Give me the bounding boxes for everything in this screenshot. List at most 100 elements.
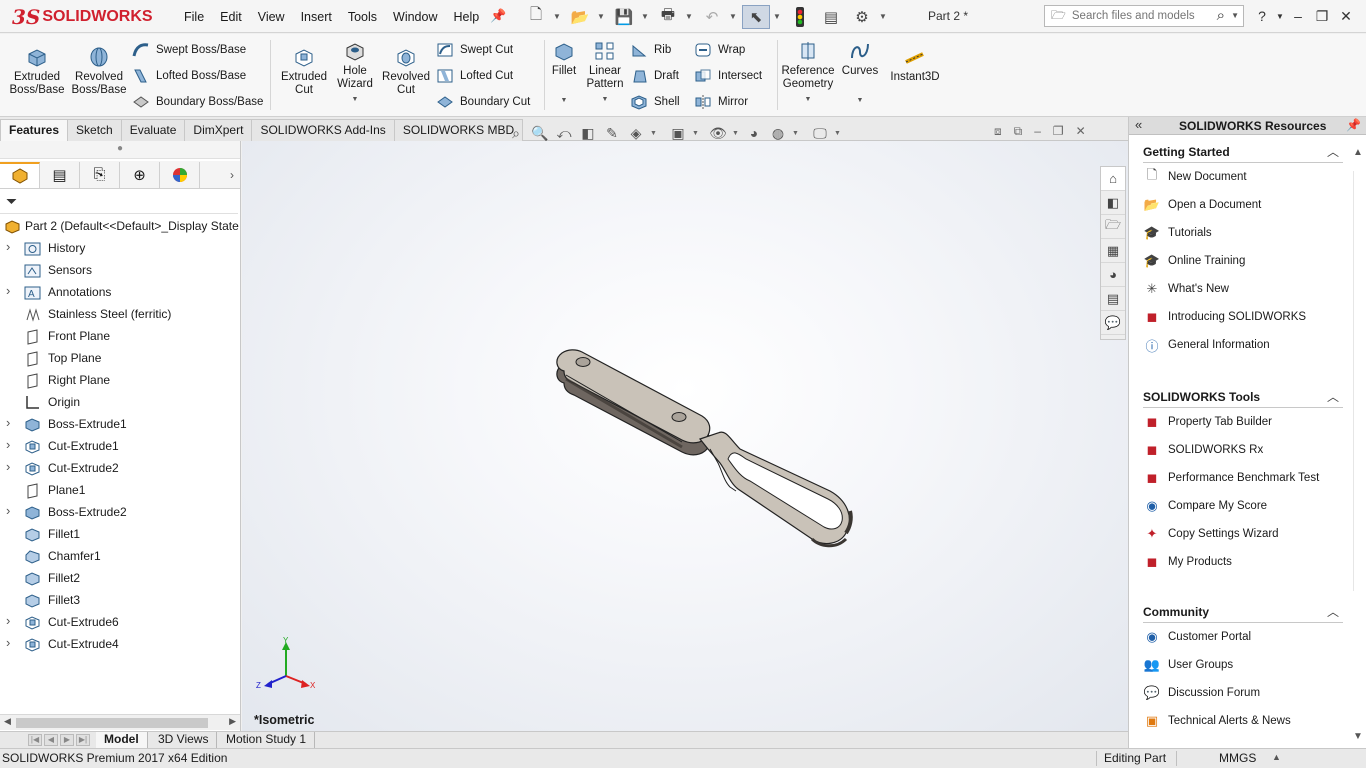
expand-chevron-icon[interactable]: › bbox=[6, 437, 14, 452]
unit-system[interactable]: MMGS bbox=[1219, 751, 1256, 765]
solidworks-logo[interactable]: 3S SOLIDWORKS bbox=[12, 4, 153, 30]
edit-appearance-icon[interactable]: ◕ bbox=[744, 123, 764, 143]
tab-dimxpert[interactable]: DimXpert bbox=[184, 119, 253, 141]
tree-item-boss-extrude1[interactable]: › Boss-Extrude1 bbox=[0, 414, 240, 436]
search-icon[interactable]: ⌕ bbox=[1217, 7, 1225, 24]
undo-icon[interactable]: ↶ bbox=[698, 5, 726, 29]
tree-item-front-plane[interactable]: Front Plane bbox=[0, 326, 240, 348]
first-tab-icon[interactable]: |◀ bbox=[28, 734, 42, 746]
menu-file[interactable]: File bbox=[176, 10, 212, 24]
tree-item-fillet2[interactable]: Fillet2 bbox=[0, 568, 240, 590]
tab-motion-study[interactable]: Motion Study 1 bbox=[218, 732, 316, 748]
scene-dropdown-icon[interactable]: ▼ bbox=[792, 130, 800, 137]
tab-evaluate[interactable]: Evaluate bbox=[120, 119, 186, 141]
scrollbar-thumb[interactable] bbox=[1353, 171, 1363, 591]
draft-button[interactable]: Draft bbox=[630, 66, 679, 86]
curves-dropdown-icon[interactable]: ▼ bbox=[840, 94, 880, 107]
restore-button[interactable]: ❐ bbox=[1310, 8, 1334, 25]
new-dropdown-icon[interactable]: ▼ bbox=[553, 12, 563, 21]
search-dropdown-icon[interactable]: ▼ bbox=[1231, 11, 1239, 20]
hide-show-dropdown-icon[interactable]: ▼ bbox=[732, 130, 740, 137]
resource-link-solidworks-rx[interactable]: ◼ SOLIDWORKS Rx bbox=[1143, 436, 1343, 464]
horizontal-scrollbar[interactable]: ◀ ▶ bbox=[0, 714, 240, 730]
boundary-cut-button[interactable]: Boundary Cut bbox=[436, 92, 530, 112]
apply-scene-icon[interactable]: ◍ bbox=[768, 123, 788, 143]
configurationmanager-tab-icon[interactable]: ⎘ bbox=[80, 161, 120, 188]
tree-item-cut-extrude2[interactable]: › Cut-Extrude2 bbox=[0, 458, 240, 480]
resource-link-performance-benchmark-test[interactable]: ◼ Performance Benchmark Test bbox=[1143, 464, 1343, 492]
tree-root-part[interactable]: Part 2 (Default<<Default>_Display State bbox=[0, 216, 240, 238]
section-header[interactable]: Getting Started ︿ bbox=[1143, 141, 1343, 163]
resource-link-user-groups[interactable]: 👥 User Groups bbox=[1143, 651, 1343, 679]
featuremanager-tab-icon[interactable] bbox=[0, 161, 40, 188]
new-document-icon[interactable]: 🗋 bbox=[522, 5, 550, 29]
tab-3d-views[interactable]: 3D Views bbox=[150, 732, 218, 748]
swept-boss-button[interactable]: Swept Boss/Base bbox=[132, 40, 246, 60]
pin-menu-icon[interactable]: 📌 bbox=[490, 8, 506, 24]
display-style-icon[interactable]: ▣ bbox=[668, 123, 688, 143]
help-icon[interactable]: ? bbox=[1250, 8, 1274, 24]
tab-mbd[interactable]: SOLIDWORKS MBD bbox=[393, 119, 524, 141]
close-button[interactable]: ✕ bbox=[1334, 8, 1358, 25]
rib-button[interactable]: Rib bbox=[630, 40, 671, 60]
linear-pattern-button[interactable]: Linear Pattern ▼ bbox=[584, 40, 626, 106]
viewport-minimize-button[interactable]: – bbox=[1034, 124, 1041, 139]
expand-chevron-icon[interactable]: › bbox=[6, 283, 14, 298]
forum-icon[interactable]: 💬 bbox=[1101, 311, 1125, 335]
menu-insert[interactable]: Insert bbox=[293, 10, 340, 24]
collapse-pane-icon[interactable]: « bbox=[1135, 117, 1142, 132]
tree-item-right-plane[interactable]: Right Plane bbox=[0, 370, 240, 392]
swept-cut-button[interactable]: Swept Cut bbox=[436, 40, 513, 60]
reference-geometry-dropdown-icon[interactable]: ▼ bbox=[780, 93, 836, 106]
resource-link-introducing-solidworks[interactable]: ◼ Introducing SOLIDWORKS bbox=[1143, 303, 1343, 331]
resource-link-general-information[interactable]: ⓘ General Information bbox=[1143, 331, 1343, 359]
design-library-icon[interactable]: ◧ bbox=[1101, 191, 1125, 215]
chevron-right-icon[interactable]: › bbox=[230, 168, 234, 182]
hole-wizard-dropdown-icon[interactable]: ▼ bbox=[333, 93, 377, 106]
save-dropdown-icon[interactable]: ▼ bbox=[641, 12, 651, 21]
hole-wizard-button[interactable]: Hole Wizard ▼ bbox=[333, 40, 377, 106]
resource-link-discussion-forum[interactable]: 💬 Discussion Forum bbox=[1143, 679, 1343, 707]
viewport-restore-button[interactable]: ❐ bbox=[1053, 124, 1064, 139]
unit-system-dropdown-icon[interactable]: ▲ bbox=[1272, 752, 1281, 762]
print-dropdown-icon[interactable]: ▼ bbox=[685, 12, 695, 21]
pattern-dropdown-icon[interactable]: ▼ bbox=[584, 93, 626, 106]
view-settings-icon[interactable]: 🖵 bbox=[810, 123, 830, 143]
resource-link-my-products[interactable]: ◼ My Products bbox=[1143, 548, 1343, 576]
tab-features[interactable]: Features bbox=[0, 119, 69, 141]
curves-button[interactable]: Curves ▼ bbox=[840, 40, 880, 107]
chevron-up-icon[interactable]: ︿ bbox=[1327, 388, 1339, 405]
tree-item-annotations[interactable]: › A Annotations bbox=[0, 282, 240, 304]
resource-link-online-training[interactable]: 🎓 Online Training bbox=[1143, 247, 1343, 275]
pin-pane-icon[interactable]: 📌 bbox=[1346, 118, 1361, 132]
tab-model[interactable]: Model bbox=[96, 732, 148, 748]
view-orientation-dropdown-icon[interactable]: ▼ bbox=[650, 130, 658, 137]
wrap-button[interactable]: Wrap bbox=[694, 40, 745, 60]
expand-chevron-icon[interactable]: › bbox=[6, 239, 14, 254]
expand-chevron-icon[interactable]: › bbox=[6, 459, 14, 474]
viewport-close-button[interactable]: ✕ bbox=[1076, 124, 1086, 139]
dimxpertmanager-tab-icon[interactable]: ⊕ bbox=[120, 161, 160, 188]
revolved-boss-button[interactable]: Revolved Boss/Base bbox=[70, 46, 128, 97]
custom-properties-icon[interactable]: ▤ bbox=[1101, 287, 1125, 311]
options-gear-icon[interactable]: ⚙ bbox=[848, 5, 876, 29]
resource-link-copy-settings-wizard[interactable]: ✦ Copy Settings Wizard bbox=[1143, 520, 1343, 548]
tree-item-plane1[interactable]: Plane1 bbox=[0, 480, 240, 502]
home-icon[interactable]: ⌂ bbox=[1101, 167, 1125, 191]
previous-viewport-icon[interactable]: ⧈ bbox=[994, 124, 1002, 139]
save-icon[interactable]: 💾 bbox=[610, 5, 638, 29]
lofted-boss-button[interactable]: Lofted Boss/Base bbox=[132, 66, 246, 86]
boundary-boss-button[interactable]: Boundary Boss/Base bbox=[132, 92, 263, 112]
previous-view-icon[interactable]: ⤺ bbox=[554, 123, 574, 143]
minimize-button[interactable]: – bbox=[1286, 8, 1310, 24]
tree-item-cut-extrude4[interactable]: › Cut-Extrude4 bbox=[0, 634, 240, 656]
displaymanager-tab-icon[interactable] bbox=[160, 161, 200, 188]
tree-item-boss-extrude2[interactable]: › Boss-Extrude2 bbox=[0, 502, 240, 524]
instant3d-button[interactable]: Instant3D bbox=[886, 46, 944, 84]
search-scope-icon[interactable]: 🗁 bbox=[1051, 6, 1066, 27]
last-tab-icon[interactable]: ▶| bbox=[76, 734, 90, 746]
zoom-to-fit-icon[interactable]: ⌕ bbox=[506, 123, 526, 143]
file-properties-icon[interactable]: ▤ bbox=[817, 5, 845, 29]
mirror-button[interactable]: Mirror bbox=[694, 92, 748, 112]
resource-link-technical-alerts-news[interactable]: ▣ Technical Alerts & News bbox=[1143, 707, 1343, 735]
